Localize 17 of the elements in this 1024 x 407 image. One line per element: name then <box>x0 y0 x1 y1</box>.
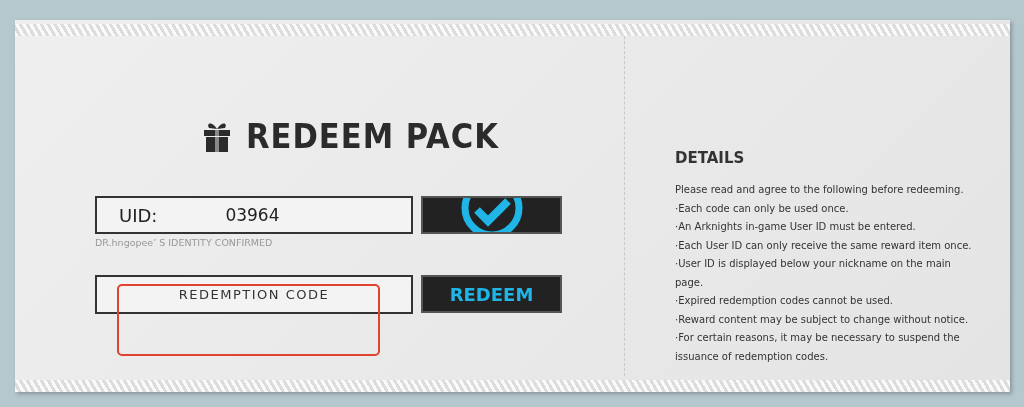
details-item: ·User ID is displayed below your nickname on the main page. <box>675 257 952 290</box>
redemption-code-field[interactable]: REDEMPTION CODE <box>95 275 413 314</box>
details-intro: Please read and agree to the following before redeeming. <box>675 183 965 197</box>
uid-field[interactable]: UID: 03964 <box>95 196 413 234</box>
details-item: ·An Arknights in-game User ID must be entered. <box>675 220 917 234</box>
page-title: REDEEM PACK <box>246 116 499 156</box>
details-item: ·Each code can only be used once. <box>675 201 850 216</box>
details-item: ·For certain reasons, it may be necessary to suspend the issuance of redemption codes. <box>675 331 961 364</box>
details-item: ·Expired redemption codes cannot be used. <box>675 294 894 308</box>
identity-status: DR.hngopee’ S IDENTITY CONFIRMED <box>95 237 274 250</box>
uid-value: 03964 <box>225 205 280 225</box>
details-item: ·Reward content may be subject to change without notice. <box>675 312 970 327</box>
uid-label: UID: <box>119 204 158 226</box>
details-item: ·Each User ID can only receive the same reward item once. <box>675 238 973 253</box>
details-title: DETAILS <box>675 149 746 167</box>
confirm-button[interactable] <box>421 196 562 234</box>
redeem-button[interactable]: REDEEM <box>421 275 562 313</box>
